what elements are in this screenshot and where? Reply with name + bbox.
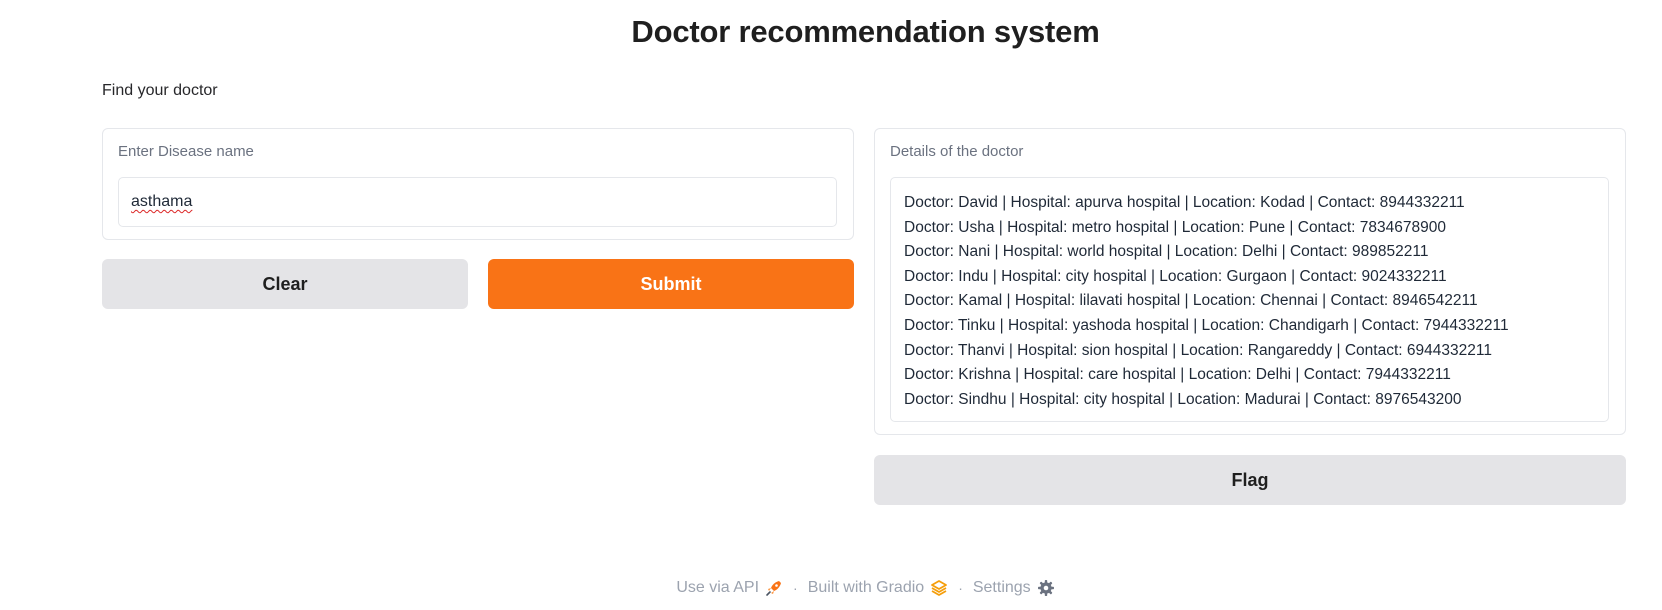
doctor-detail-line: Doctor: Krishna | Hospital: care hospita…: [904, 366, 1451, 384]
disease-input-label: Enter Disease name: [118, 143, 254, 160]
disease-input-panel: Enter Disease name asthama: [102, 128, 854, 240]
rocket-icon: [765, 579, 783, 597]
doctor-detail-line: Doctor: David | Hospital: apurva hospita…: [904, 194, 1465, 211]
use-via-api-link[interactable]: Use via API: [676, 579, 783, 597]
doctor-details-output[interactable]: Doctor: David | Hospital: apurva hospita…: [890, 177, 1609, 422]
settings-label: Settings: [972, 579, 1031, 596]
submit-button[interactable]: Submit: [488, 259, 854, 309]
page-title: Doctor recommendation system: [631, 14, 1100, 49]
footer-separator: ·: [793, 580, 798, 596]
doctor-detail-line: Doctor: Tinku | Hospital: yashoda hospit…: [904, 316, 1509, 334]
footer-separator: ·: [958, 580, 963, 596]
settings-link[interactable]: Settings: [973, 579, 1055, 597]
doctor-details-panel: Details of the doctor Doctor: David | Ho…: [874, 128, 1626, 435]
doctor-detail-line: Doctor: Usha | Hospital: metro hospital …: [904, 218, 1446, 236]
built-with-gradio-link[interactable]: Built with Gradio: [808, 579, 949, 597]
disease-input[interactable]: [118, 177, 837, 227]
doctor-detail-line: Doctor: Nani | Hospital: world hospital …: [904, 243, 1429, 261]
doctor-detail-line: Doctor: Indu | Hospital: city hospital |…: [904, 267, 1447, 285]
gradio-logo-icon: [930, 579, 948, 597]
page-description: Find your doctor: [102, 82, 218, 99]
use-via-api-label: Use via API: [676, 579, 760, 596]
gear-icon: [1037, 579, 1055, 597]
clear-button[interactable]: Clear: [102, 259, 468, 309]
built-with-gradio-label: Built with Gradio: [807, 579, 925, 596]
doctor-detail-line: Doctor: Thanvi | Hospital: sion hospital…: [904, 341, 1492, 359]
footer: Use via API · Built with Gradio · Settin…: [0, 579, 1662, 597]
flag-button[interactable]: Flag: [874, 455, 1626, 505]
doctor-detail-line: Doctor: Kamal | Hospital: lilavati hospi…: [904, 292, 1478, 310]
doctor-detail-line: Doctor: Sindhu | Hospital: city hospital…: [904, 390, 1462, 408]
doctor-details-label: Details of the doctor: [890, 143, 1024, 160]
